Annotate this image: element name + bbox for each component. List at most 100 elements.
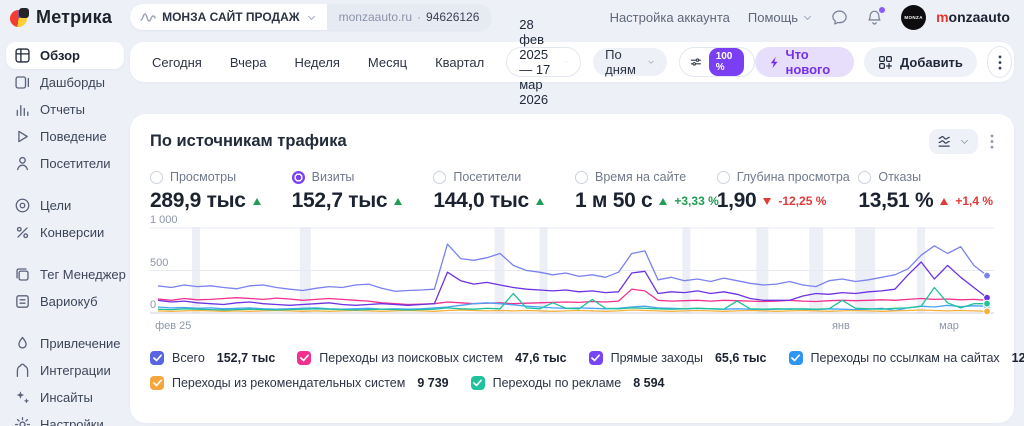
quick-ranges: СегодняВчераНеделяМесяцКвартал xyxy=(138,49,498,76)
sidebar-group: Тег МенеджерβВариокуб xyxy=(6,261,124,315)
trend-up-icon xyxy=(536,198,544,205)
legend-item[interactable]: Переходы по ссылкам на сайтах12,4 тыс xyxy=(789,351,1024,365)
sidebar-item-conversions[interactable]: Конверсии xyxy=(6,219,124,246)
counter-name-button[interactable]: МОНЗА САЙТ ПРОДАЖ xyxy=(130,4,327,30)
metric-value-row: 289,9 тыс xyxy=(150,189,286,213)
sidebar-item-label: Поведение xyxy=(40,129,107,144)
trend-up-icon xyxy=(394,198,402,205)
username[interactable]: monzaauto xyxy=(936,9,1010,25)
legend-checkbox[interactable] xyxy=(471,376,485,390)
counter-name: МОНЗА САЙТ ПРОДАЖ xyxy=(162,10,300,24)
quick-range-button-2[interactable]: Неделя xyxy=(281,49,354,76)
metric-tab-depth[interactable]: Глубина просмотра1,90-12,25 % xyxy=(717,170,853,213)
legend-value: 65,6 тыс xyxy=(715,351,767,365)
account-settings-link[interactable]: Настройка аккаунта xyxy=(610,10,730,25)
quick-range-button-1[interactable]: Вчера xyxy=(216,49,281,76)
metric-value: 289,9 тыс xyxy=(150,189,246,213)
legend-checkbox[interactable] xyxy=(789,351,803,365)
metric-value: 1,90 xyxy=(717,189,757,213)
metric-tab-views[interactable]: Просмотры 289,9 тыс xyxy=(150,170,286,213)
sidebar-item-label: Конверсии xyxy=(40,225,104,240)
sidebar-item-settings[interactable]: Настройки xyxy=(6,411,124,426)
card-title: По источникам трафика xyxy=(150,132,347,151)
trend-down-icon xyxy=(763,198,771,205)
chat-button[interactable] xyxy=(831,9,848,26)
card-more-button[interactable] xyxy=(990,134,994,149)
sidebar-item-label: Тег Менеджер xyxy=(40,267,126,282)
metric-radio[interactable] xyxy=(575,171,588,184)
sidebar-item-insights[interactable]: Инсайты xyxy=(6,384,124,411)
dashboards-icon xyxy=(14,74,31,91)
x-tick-label: янв xyxy=(832,320,850,332)
metric-label: Глубина просмотра xyxy=(737,170,850,184)
toolbar: СегодняВчераНеделяМесяцКвартал 28 фев 20… xyxy=(130,42,1014,82)
sidebar-item-tag-manager[interactable]: Тег Менеджерβ xyxy=(6,261,124,288)
date-range-value: 28 фев 2025 — 17 мар 2026 xyxy=(519,17,557,107)
metric-label: Отказы xyxy=(878,170,921,184)
counter-meta[interactable]: monzaauto.ru · 94626126 xyxy=(327,4,492,30)
metric-tab-bounce[interactable]: Отказы13,51 %+1,4 % xyxy=(858,170,994,213)
counter-domain: monzaauto.ru xyxy=(339,10,412,24)
metric-tab-time-on-site[interactable]: Время на сайте 1 м 50 с+3,33 % xyxy=(575,170,711,213)
bar-chart-icon xyxy=(14,101,31,118)
sidebar-item-integrations[interactable]: Интеграции xyxy=(6,357,124,384)
legend-checkbox[interactable] xyxy=(150,351,164,365)
metric-radio[interactable] xyxy=(858,171,871,184)
legend-checkbox[interactable] xyxy=(297,351,311,365)
legend-item[interactable]: Переходы из рекомендательных систем9 739 xyxy=(150,376,449,390)
sidebar-item-visitors[interactable]: Посетители xyxy=(6,150,124,177)
granularity-select[interactable]: По дням xyxy=(593,48,667,76)
target-icon xyxy=(14,197,31,214)
legend-item[interactable]: Всего152,7 тыс xyxy=(150,351,275,365)
chat-icon xyxy=(831,9,848,26)
metric-radio[interactable] xyxy=(292,171,305,184)
sidebar-item-acquisition[interactable]: Привлечение xyxy=(6,330,124,357)
sidebar-item-label: Инсайты xyxy=(40,390,93,405)
sampling-badge: 100 % xyxy=(709,48,744,76)
metric-label-row: Просмотры xyxy=(150,170,286,184)
sidebar-item-variocube[interactable]: Вариокуб xyxy=(6,288,124,315)
line-chart[interactable] xyxy=(150,225,994,317)
grid-plus-icon xyxy=(878,55,893,70)
toolbar-more-button[interactable] xyxy=(987,46,1012,78)
quick-range-button-4[interactable]: Квартал xyxy=(421,49,498,76)
metric-value-row: 1 м 50 с+3,33 % xyxy=(575,189,711,213)
chart-type-button[interactable] xyxy=(929,129,978,154)
add-widget-button[interactable]: Добавить xyxy=(864,47,977,77)
metric-tab-visitors[interactable]: Посетители144,0 тыс xyxy=(433,170,569,213)
legend-checkbox[interactable] xyxy=(589,351,603,365)
legend-item[interactable]: Переходы по рекламе8 594 xyxy=(471,376,665,390)
legend-row: Переходы из рекомендательных систем9 739… xyxy=(150,376,994,390)
help-menu[interactable]: Помощь xyxy=(748,10,813,25)
avatar[interactable]: MONZA xyxy=(901,5,926,30)
metric-radio[interactable] xyxy=(150,171,163,184)
quick-range-button-0[interactable]: Сегодня xyxy=(138,49,216,76)
metric-radio[interactable] xyxy=(433,171,446,184)
quick-range-button-3[interactable]: Месяц xyxy=(354,49,421,76)
metrica-logo[interactable]: Метрика xyxy=(10,7,112,28)
legend-checkbox[interactable] xyxy=(150,376,164,390)
metric-label: Время на сайте xyxy=(595,170,686,184)
chart-area[interactable]: 05001 000 фев 25янвмар xyxy=(150,225,994,337)
sidebar-item-overview[interactable]: Обзор xyxy=(6,42,124,69)
sidebar-item-goals[interactable]: Цели xyxy=(6,192,124,219)
whats-new-button[interactable]: Что нового xyxy=(755,47,854,77)
chevron-down-icon xyxy=(959,136,970,147)
metric-tab-visits[interactable]: Визиты152,7 тыс xyxy=(292,170,428,213)
sidebar-item-reports[interactable]: Отчеты xyxy=(6,96,124,123)
sidebar-item-label: Дашборды xyxy=(40,75,105,90)
sidebar-item-dashboards[interactable]: Дашборды xyxy=(6,69,124,96)
card-header: По источникам трафика xyxy=(150,129,994,154)
legend-value: 9 739 xyxy=(417,376,448,390)
sidebar-item-behavior[interactable]: Поведение xyxy=(6,123,124,150)
sampling-control[interactable]: 100 % xyxy=(679,47,755,77)
sidebar-item-label: Обзор xyxy=(40,48,80,63)
series-end-dot xyxy=(984,272,991,279)
legend-item[interactable]: Прямые заходы65,6 тыс xyxy=(589,351,767,365)
sidebar-item-label: Посетители xyxy=(40,156,111,171)
metric-label: Посетители xyxy=(453,170,521,184)
legend-item[interactable]: Переходы из поисковых систем47,6 тыс xyxy=(297,351,566,365)
notifications-button[interactable] xyxy=(866,9,883,26)
date-range-picker[interactable]: 28 фев 2025 — 17 мар 2026 xyxy=(506,47,581,77)
metric-radio[interactable] xyxy=(717,171,730,184)
